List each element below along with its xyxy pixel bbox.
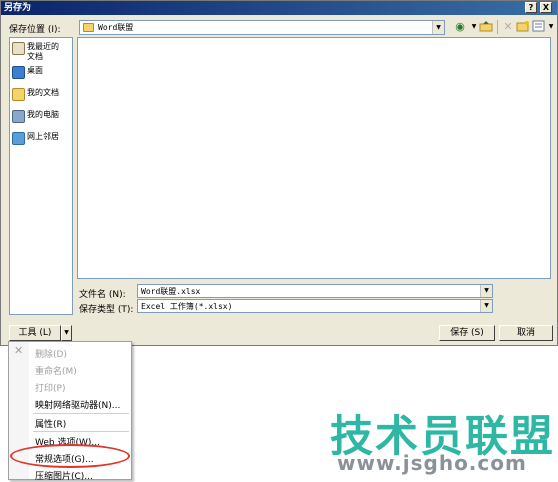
tools-button[interactable]: 工具 (L) bbox=[9, 325, 61, 341]
file-list[interactable] bbox=[77, 37, 551, 279]
recent-docs-icon bbox=[12, 42, 25, 55]
menu-item-map-network-drive[interactable]: 映射网络驱动器(N)... bbox=[35, 398, 120, 411]
my-computer-icon bbox=[12, 110, 25, 123]
places-bar: 我最近的 文档 桌面 我的文档 我的电脑 网上邻居 bbox=[9, 37, 73, 315]
my-documents-icon bbox=[12, 88, 25, 101]
place-label: 我的电脑 bbox=[27, 110, 59, 119]
close-button[interactable]: X bbox=[540, 2, 552, 13]
cancel-button[interactable]: 取消 bbox=[499, 325, 553, 341]
place-label: 网上邻居 bbox=[27, 132, 59, 141]
filename-value: Word联盟.xlsx bbox=[141, 287, 201, 296]
menu-separator bbox=[33, 413, 129, 414]
watermark-url: www.jsgho.com bbox=[337, 451, 527, 475]
location-label: 保存位置 (I): bbox=[9, 25, 61, 35]
toolbar-separator bbox=[497, 20, 498, 34]
chevron-down-icon[interactable]: ▼ bbox=[432, 21, 444, 34]
chevron-down-icon[interactable]: ▼ bbox=[480, 300, 492, 312]
delete-icon[interactable]: ✕ bbox=[501, 20, 515, 34]
menu-item-rename[interactable]: 重命名(M) bbox=[35, 364, 77, 377]
back-icon[interactable]: ◉ bbox=[453, 20, 467, 34]
title-bar: 另存为 bbox=[1, 1, 557, 15]
chevron-down-icon[interactable]: ▼ bbox=[480, 285, 492, 297]
save-as-dialog: 另存为 ? X 保存位置 (I): Word联盟 ▼ ◉ ▼ ✕ ▼ 我最近的 … bbox=[0, 0, 558, 346]
filetype-label: 保存类型 (T): bbox=[79, 305, 134, 315]
place-label: 我的文档 bbox=[27, 88, 59, 97]
filetype-value: Excel 工作簿(*.xlsx) bbox=[141, 302, 233, 311]
network-places-icon bbox=[12, 132, 25, 145]
filename-field[interactable]: Word联盟.xlsx ▼ bbox=[137, 284, 493, 298]
menu-item-print[interactable]: 打印(P) bbox=[35, 381, 65, 394]
place-label: 桌面 bbox=[27, 66, 43, 75]
place-label: 我最近的 文档 bbox=[27, 42, 59, 61]
highlight-oval bbox=[10, 444, 130, 468]
menu-item-properties[interactable]: 属性(R) bbox=[35, 417, 66, 430]
save-button[interactable]: 保存 (S) bbox=[439, 325, 495, 341]
help-button[interactable]: ? bbox=[525, 2, 537, 13]
menu-item-compress-pictures[interactable]: 压缩图片(C)... bbox=[35, 469, 93, 482]
views-dropdown-icon[interactable]: ▼ bbox=[544, 20, 558, 34]
desktop-icon bbox=[12, 66, 25, 79]
new-folder-icon[interactable] bbox=[516, 20, 530, 34]
up-folder-icon[interactable] bbox=[479, 20, 493, 34]
delete-icon: ✕ bbox=[14, 344, 24, 357]
window-title: 另存为 bbox=[4, 3, 32, 13]
filename-label: 文件名 (N): bbox=[79, 290, 126, 300]
folder-icon bbox=[83, 23, 94, 32]
filetype-select[interactable]: Excel 工作簿(*.xlsx) ▼ bbox=[137, 299, 493, 313]
menu-item-delete[interactable]: 删除(D) bbox=[35, 347, 67, 360]
menu-separator bbox=[33, 431, 129, 432]
tools-dropdown-icon[interactable]: ▼ bbox=[61, 325, 72, 341]
location-value: Word联盟 bbox=[98, 23, 134, 32]
location-combo[interactable]: Word联盟 ▼ bbox=[79, 20, 445, 35]
